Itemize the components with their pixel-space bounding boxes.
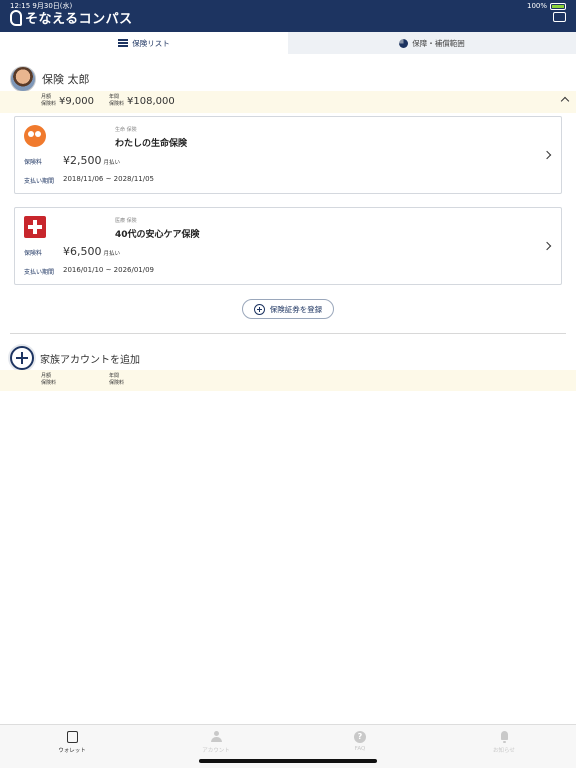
chevron-right-icon bbox=[542, 241, 552, 251]
member-header[interactable]: 保険 太郎 bbox=[10, 66, 90, 92]
nav-label: ウォレット bbox=[58, 748, 86, 754]
chevron-right-icon bbox=[542, 150, 552, 160]
monthly-premium-value: ¥9,000 bbox=[59, 96, 94, 107]
policy-title: 40代の安心ケア保険 bbox=[115, 230, 200, 240]
policy-category: 生命 保険 bbox=[115, 127, 137, 133]
battery-icon bbox=[550, 2, 566, 10]
member-name: 保険 太郎 bbox=[42, 73, 90, 86]
monthly-label: 月額 保険料 bbox=[41, 94, 57, 107]
tab-label: 保険リスト bbox=[132, 38, 170, 48]
menu-card-icon[interactable] bbox=[553, 12, 566, 22]
medical-cross-icon bbox=[24, 216, 46, 238]
avatar bbox=[10, 66, 36, 92]
faq-icon: ? bbox=[354, 731, 366, 743]
chevron-up-icon[interactable] bbox=[560, 96, 570, 106]
battery-percent: 100% bbox=[526, 2, 547, 10]
family-premium-summary: 月額 保険料 年間 保険料 bbox=[0, 370, 576, 391]
nav-notifications[interactable]: お知らせ bbox=[432, 725, 576, 768]
period-label: 支払い期間 bbox=[24, 269, 55, 276]
register-policy-button[interactable]: 保険証券を登録 bbox=[242, 299, 334, 319]
nav-label: FAQ bbox=[354, 746, 366, 752]
tab-insurance-list[interactable]: 保険リスト bbox=[0, 32, 288, 54]
policy-card[interactable]: 医療 保険 40代の安心ケア保険 保険料 ¥6,500 月払い 支払い期間 201… bbox=[14, 207, 562, 285]
app-title: そなえるコンパス bbox=[25, 12, 133, 27]
tab-label: 保障・補償範囲 bbox=[412, 38, 465, 48]
app-root: 12:15 9月30日(水) 100% そなえるコンパス 保険リスト 保障・補償… bbox=[0, 0, 576, 768]
add-circle-icon bbox=[10, 346, 34, 370]
policy-premium: ¥6,500 月払い bbox=[63, 245, 121, 258]
add-family-label: 家族アカウントを追加 bbox=[40, 354, 140, 366]
pie-chart-icon bbox=[399, 38, 409, 48]
period-label: 支払い期間 bbox=[24, 178, 55, 185]
annual-label: 年間 保険料 bbox=[109, 373, 125, 386]
tab-coverage-range[interactable]: 保障・補償範囲 bbox=[288, 32, 576, 54]
plus-circle-icon bbox=[253, 303, 265, 315]
add-family-account-button[interactable]: 家族アカウントを追加 bbox=[10, 346, 140, 370]
app-logo: そなえるコンパス bbox=[10, 8, 133, 27]
monthly-label: 月額 保険料 bbox=[41, 373, 57, 386]
nav-wallet[interactable]: ウォレット bbox=[0, 725, 144, 768]
logo-mark-icon bbox=[10, 9, 22, 26]
annual-label: 年間 保険料 bbox=[109, 94, 125, 107]
policy-title: わたしの生命保険 bbox=[115, 139, 188, 149]
person-icon bbox=[210, 731, 222, 743]
policy-category: 医療 保険 bbox=[115, 218, 137, 224]
policy-period: 2016/01/10 ~ 2026/01/09 bbox=[63, 266, 155, 274]
list-icon bbox=[118, 39, 129, 47]
nav-label: アカウント bbox=[202, 748, 230, 754]
app-header: 12:15 9月30日(水) 100% そなえるコンパス bbox=[0, 0, 576, 32]
annual-premium-value: ¥108,000 bbox=[127, 96, 175, 107]
premium-label: 保険料 bbox=[24, 159, 43, 166]
member-premium-summary[interactable]: 月額 保険料 ¥9,000 年間 保険料 ¥108,000 bbox=[0, 91, 576, 113]
status-indicators: 100% bbox=[527, 2, 566, 10]
life-insurance-icon bbox=[24, 125, 46, 147]
tab-bar: 保険リスト 保障・補償範囲 bbox=[0, 32, 576, 54]
home-indicator[interactable] bbox=[199, 759, 377, 763]
nav-label: お知らせ bbox=[493, 748, 515, 754]
policy-card[interactable]: 生命 保険 わたしの生命保険 保険料 ¥2,500 月払い 支払い期間 2018/… bbox=[14, 116, 562, 194]
policy-period: 2018/11/06 ~ 2028/11/05 bbox=[63, 175, 155, 183]
section-divider bbox=[10, 333, 566, 334]
policy-premium: ¥2,500 月払い bbox=[63, 154, 121, 167]
bell-icon bbox=[499, 731, 510, 743]
premium-label: 保険料 bbox=[24, 250, 43, 257]
wallet-icon bbox=[66, 731, 78, 743]
register-button-label: 保険証券を登録 bbox=[269, 304, 323, 314]
